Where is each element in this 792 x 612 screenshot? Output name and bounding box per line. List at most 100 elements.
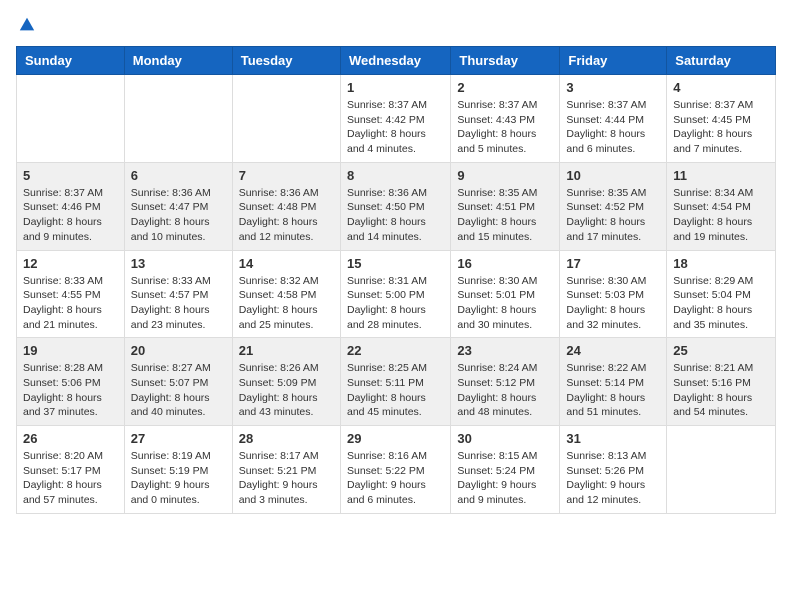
calendar-week-4: 19 Sunrise: 8:28 AM Sunset: 5:06 PM Dayli… [17,338,776,426]
calendar-cell: 12 Sunrise: 8:33 AM Sunset: 4:55 PM Dayli… [17,250,125,338]
day-number: 22 [347,343,444,358]
calendar-cell: 19 Sunrise: 8:28 AM Sunset: 5:06 PM Dayli… [17,338,125,426]
calendar-cell: 14 Sunrise: 8:32 AM Sunset: 4:58 PM Dayli… [232,250,340,338]
day-number: 6 [131,168,226,183]
calendar-cell: 8 Sunrise: 8:36 AM Sunset: 4:50 PM Daylig… [340,162,450,250]
day-info: Sunrise: 8:25 AM Sunset: 5:11 PM Dayligh… [347,361,444,420]
calendar-cell: 21 Sunrise: 8:26 AM Sunset: 5:09 PM Dayli… [232,338,340,426]
calendar-header-tuesday: Tuesday [232,47,340,75]
day-info: Sunrise: 8:16 AM Sunset: 5:22 PM Dayligh… [347,449,444,508]
day-info: Sunrise: 8:36 AM Sunset: 4:48 PM Dayligh… [239,186,334,245]
day-info: Sunrise: 8:17 AM Sunset: 5:21 PM Dayligh… [239,449,334,508]
calendar-cell: 3 Sunrise: 8:37 AM Sunset: 4:44 PM Daylig… [560,75,667,163]
day-number: 25 [673,343,769,358]
day-number: 2 [457,80,553,95]
day-info: Sunrise: 8:33 AM Sunset: 4:57 PM Dayligh… [131,274,226,333]
day-number: 11 [673,168,769,183]
day-number: 30 [457,431,553,446]
day-number: 20 [131,343,226,358]
day-info: Sunrise: 8:15 AM Sunset: 5:24 PM Dayligh… [457,449,553,508]
day-info: Sunrise: 8:37 AM Sunset: 4:45 PM Dayligh… [673,98,769,157]
calendar-cell: 30 Sunrise: 8:15 AM Sunset: 5:24 PM Dayli… [451,426,560,514]
day-info: Sunrise: 8:36 AM Sunset: 4:50 PM Dayligh… [347,186,444,245]
calendar-week-2: 5 Sunrise: 8:37 AM Sunset: 4:46 PM Daylig… [17,162,776,250]
day-info: Sunrise: 8:36 AM Sunset: 4:47 PM Dayligh… [131,186,226,245]
day-info: Sunrise: 8:30 AM Sunset: 5:01 PM Dayligh… [457,274,553,333]
day-number: 7 [239,168,334,183]
calendar-week-3: 12 Sunrise: 8:33 AM Sunset: 4:55 PM Dayli… [17,250,776,338]
day-info: Sunrise: 8:37 AM Sunset: 4:46 PM Dayligh… [23,186,118,245]
day-number: 29 [347,431,444,446]
calendar-cell: 24Sunrise: 8:22 AM Sunset: 5:14 PM Dayli… [560,338,667,426]
day-number: 27 [131,431,226,446]
day-number: 8 [347,168,444,183]
calendar-cell: 18 Sunrise: 8:29 AM Sunset: 5:04 PM Dayli… [667,250,776,338]
day-info: Sunrise: 8:28 AM Sunset: 5:06 PM Dayligh… [23,361,118,420]
day-info: Sunrise: 8:37 AM Sunset: 4:44 PM Dayligh… [566,98,660,157]
calendar-cell: 25 Sunrise: 8:21 AM Sunset: 5:16 PM Dayli… [667,338,776,426]
calendar-header-saturday: Saturday [667,47,776,75]
day-number: 18 [673,256,769,271]
day-number: 31 [566,431,660,446]
calendar-cell: 22 Sunrise: 8:25 AM Sunset: 5:11 PM Dayli… [340,338,450,426]
day-info: Sunrise: 8:33 AM Sunset: 4:55 PM Dayligh… [23,274,118,333]
logo-icon [18,16,36,34]
day-number: 28 [239,431,334,446]
calendar-header-wednesday: Wednesday [340,47,450,75]
calendar-cell: 26 Sunrise: 8:20 AM Sunset: 5:17 PM Dayli… [17,426,125,514]
calendar-header-monday: Monday [124,47,232,75]
day-number: 4 [673,80,769,95]
calendar-cell [124,75,232,163]
calendar-cell: 11 Sunrise: 8:34 AM Sunset: 4:54 PM Dayli… [667,162,776,250]
day-number: 14 [239,256,334,271]
day-number: 19 [23,343,118,358]
calendar-table: SundayMondayTuesdayWednesdayThursdayFrid… [16,46,776,514]
day-number: 13 [131,256,226,271]
calendar-header-friday: Friday [560,47,667,75]
day-info: Sunrise: 8:20 AM Sunset: 5:17 PM Dayligh… [23,449,118,508]
calendar-cell: 20 Sunrise: 8:27 AM Sunset: 5:07 PM Dayli… [124,338,232,426]
calendar-cell: 2 Sunrise: 8:37 AM Sunset: 4:43 PM Daylig… [451,75,560,163]
calendar-cell: 23 Sunrise: 8:24 AM Sunset: 5:12 PM Dayli… [451,338,560,426]
calendar-cell [17,75,125,163]
calendar-cell: 4 Sunrise: 8:37 AM Sunset: 4:45 PM Daylig… [667,75,776,163]
calendar-cell: 7 Sunrise: 8:36 AM Sunset: 4:48 PM Daylig… [232,162,340,250]
day-info: Sunrise: 8:29 AM Sunset: 5:04 PM Dayligh… [673,274,769,333]
day-info: Sunrise: 8:37 AM Sunset: 4:43 PM Dayligh… [457,98,553,157]
calendar-week-1: 1 Sunrise: 8:37 AM Sunset: 4:42 PM Daylig… [17,75,776,163]
day-number: 3 [566,80,660,95]
day-info: Sunrise: 8:21 AM Sunset: 5:16 PM Dayligh… [673,361,769,420]
day-info: Sunrise: 8:26 AM Sunset: 5:09 PM Dayligh… [239,361,334,420]
day-info: Sunrise: 8:19 AM Sunset: 5:19 PM Dayligh… [131,449,226,508]
calendar-week-5: 26 Sunrise: 8:20 AM Sunset: 5:17 PM Dayli… [17,426,776,514]
day-info: Sunrise: 8:27 AM Sunset: 5:07 PM Dayligh… [131,361,226,420]
day-number: 16 [457,256,553,271]
day-number: 17 [566,256,660,271]
day-number: 26 [23,431,118,446]
day-number: 21 [239,343,334,358]
day-number: 23 [457,343,553,358]
day-info: Sunrise: 8:34 AM Sunset: 4:54 PM Dayligh… [673,186,769,245]
calendar-cell: 27 Sunrise: 8:19 AM Sunset: 5:19 PM Dayli… [124,426,232,514]
calendar-header-row: SundayMondayTuesdayWednesdayThursdayFrid… [17,47,776,75]
day-info: Sunrise: 8:37 AM Sunset: 4:42 PM Dayligh… [347,98,444,157]
calendar-cell: 15Sunrise: 8:31 AM Sunset: 5:00 PM Dayli… [340,250,450,338]
day-number: 12 [23,256,118,271]
day-info: Sunrise: 8:32 AM Sunset: 4:58 PM Dayligh… [239,274,334,333]
calendar-cell: 10 Sunrise: 8:35 AM Sunset: 4:52 PM Dayli… [560,162,667,250]
calendar-cell: 13 Sunrise: 8:33 AM Sunset: 4:57 PM Dayli… [124,250,232,338]
day-number: 5 [23,168,118,183]
day-number: 1 [347,80,444,95]
day-info: Sunrise: 8:13 AM Sunset: 5:26 PM Dayligh… [566,449,660,508]
calendar-cell: 9Sunrise: 8:35 AM Sunset: 4:51 PM Daylig… [451,162,560,250]
page-header [16,16,776,34]
calendar-cell: 1 Sunrise: 8:37 AM Sunset: 4:42 PM Daylig… [340,75,450,163]
day-number: 10 [566,168,660,183]
calendar-cell: 5 Sunrise: 8:37 AM Sunset: 4:46 PM Daylig… [17,162,125,250]
day-info: Sunrise: 8:22 AM Sunset: 5:14 PM Dayligh… [566,361,660,420]
calendar-cell: 28 Sunrise: 8:17 AM Sunset: 5:21 PM Dayli… [232,426,340,514]
logo [16,16,36,34]
day-info: Sunrise: 8:35 AM Sunset: 4:52 PM Dayligh… [566,186,660,245]
day-info: Sunrise: 8:24 AM Sunset: 5:12 PM Dayligh… [457,361,553,420]
day-number: 9 [457,168,553,183]
